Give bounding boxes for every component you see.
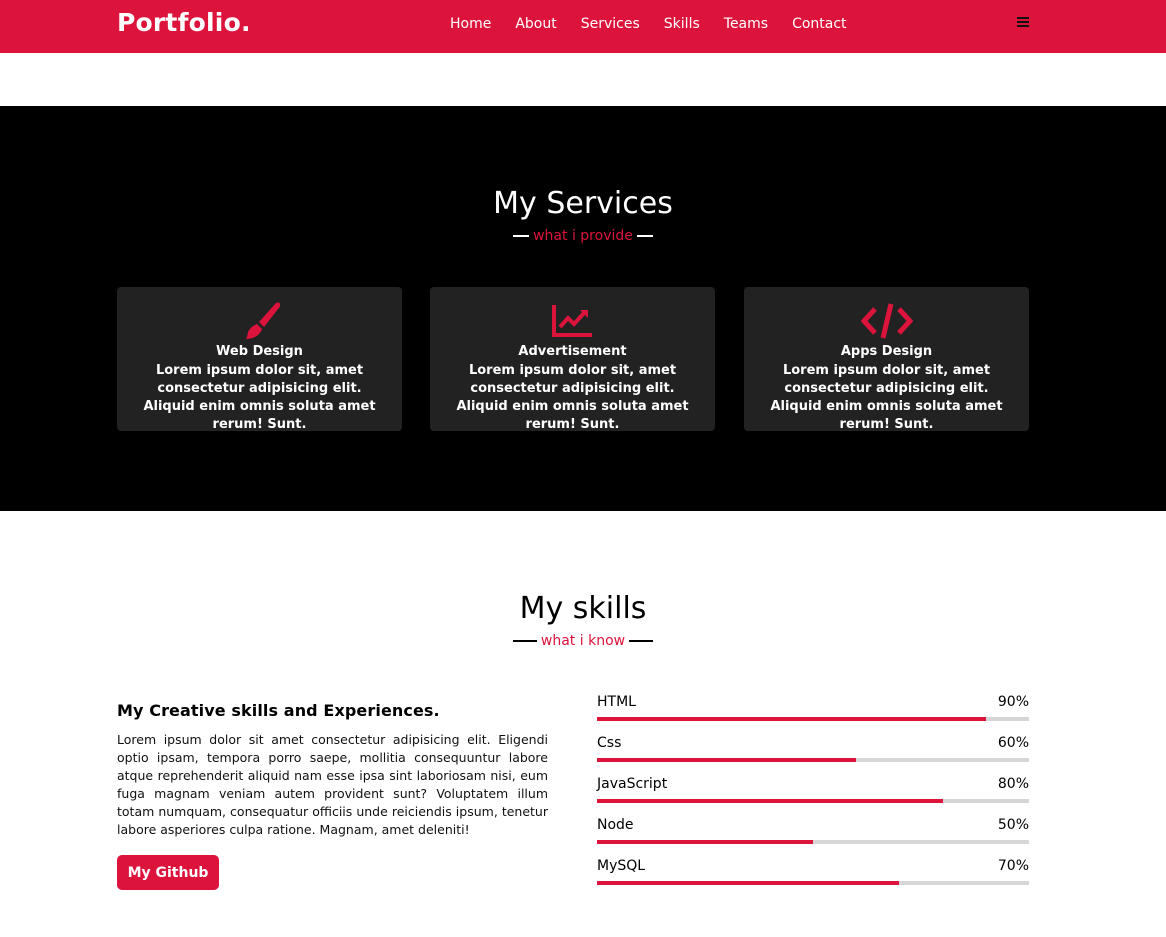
service-card-apps-design: Apps Design Lorem ipsum dolor sit, amet … [744,287,1029,432]
subtitle-line-left [513,235,530,237]
skill-percent: 90% [997,694,1029,710]
nav-item-skills[interactable]: Skills [664,16,700,32]
skill-fill [597,758,857,762]
skill-bar-node: Node 50% [597,817,1029,847]
nav-menu: Home About Services Skills Teams Contact [450,16,871,32]
skills-title: My skills [519,591,647,626]
nav-item-teams[interactable]: Teams [724,16,768,32]
subtitle-line-right [629,640,654,642]
service-card-web-design: Web Design Lorem ipsum dolor sit, amet c… [117,287,402,432]
services-subtitle: what i provide [0,228,1166,244]
skill-track [597,717,1029,721]
nav-item-contact[interactable]: Contact [792,16,846,32]
service-card-advertisement: Advertisement Lorem ipsum dolor sit, ame… [430,287,715,432]
logo[interactable]: Portfolio. [117,8,251,37]
nav-item-home[interactable]: Home [450,16,491,32]
subtitle-line-right [636,235,653,237]
skill-track [597,799,1029,803]
service-card-text: Lorem ipsum dolor sit, amet consectetur … [456,363,689,432]
service-card-text: Lorem ipsum dolor sit, amet consectetur … [143,363,376,432]
skill-name: MySQL [597,858,646,874]
service-card-title: Web Design [216,344,303,359]
skills-heading: My Creative skills and Experiences. [117,701,440,720]
chart-line-icon [430,301,715,341]
service-card-title: Advertisement [518,344,627,359]
github-button[interactable]: My Github [117,855,219,890]
skill-fill [597,881,900,885]
services-subtitle-text: what i provide [533,228,633,244]
skill-bar-html: HTML 90% [597,694,1029,724]
skill-percent: 50% [997,817,1029,833]
skills-paragraph: Lorem ipsum dolor sit amet consectetur a… [117,732,548,837]
skills-subtitle: what i know [0,633,1166,649]
code-icon [744,301,1029,341]
skill-track [597,758,1029,762]
skills-subtitle-text: what i know [540,633,626,649]
skill-name: JavaScript [597,776,668,792]
skill-bar-javascript: JavaScript 80% [597,776,1029,806]
skill-track [597,840,1029,844]
navbar: Portfolio. Home About Services Skills Te… [0,0,1166,53]
skill-name: HTML [597,694,636,710]
skill-track [597,881,1029,885]
services-title: My Services [493,186,673,221]
skill-fill [597,799,943,803]
nav-item-services[interactable]: Services [581,16,640,32]
skill-percent: 80% [997,776,1029,792]
skill-percent: 70% [997,858,1029,874]
service-card-text: Lorem ipsum dolor sit, amet consectetur … [770,363,1003,432]
skill-bar-css: Css 60% [597,735,1029,765]
service-card-title: Apps Design [840,344,933,359]
nav-item-about[interactable]: About [515,16,556,32]
services-section: My Services what i provide Web Design Lo… [0,106,1166,511]
skill-name: Css [597,735,622,751]
bars-icon[interactable] [1017,17,1029,29]
skill-bar-mysql: MySQL 70% [597,858,1029,888]
skill-name: Node [597,817,634,833]
subtitle-line-left [512,640,537,642]
skill-percent: 60% [997,735,1029,751]
skill-fill [597,840,813,844]
skill-fill [597,717,986,721]
paint-brush-icon [117,301,402,341]
